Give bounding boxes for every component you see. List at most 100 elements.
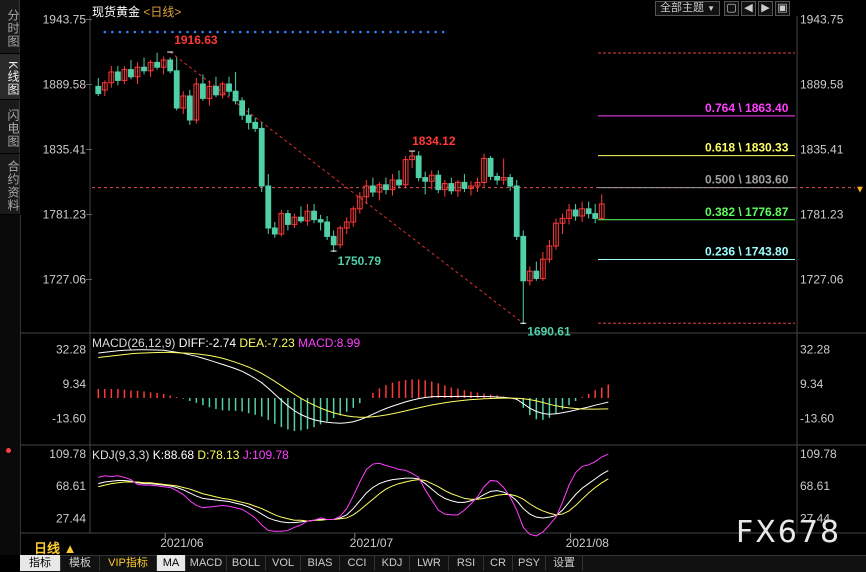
candle-body	[232, 90, 239, 102]
current-price-marker: ▼	[855, 185, 865, 196]
event-dot	[133, 30, 137, 34]
tab-settings[interactable]: 设置	[546, 555, 583, 571]
candle-body	[585, 208, 592, 215]
tab-psy[interactable]: PSY	[513, 555, 546, 571]
macd-tick-right: 32.28	[800, 343, 830, 357]
price-annotation: 1916.63	[174, 33, 218, 47]
kdj-tick-right: 109.78	[800, 447, 837, 461]
event-dot	[253, 30, 257, 34]
event-dot	[283, 30, 287, 34]
tab-vol[interactable]: VOL	[266, 555, 301, 571]
tab-lwr[interactable]: LWR	[410, 555, 449, 571]
macd-tick-left: -13.60	[52, 411, 86, 425]
kdj-tick-left: 109.78	[49, 447, 86, 461]
macd-diff-value: DIFF:-2.74	[178, 336, 237, 350]
event-dot	[231, 30, 234, 34]
candle-body	[265, 185, 272, 229]
macd-tick-left: 32.28	[56, 343, 86, 357]
macd-params: MACD(26,12,9)	[92, 336, 176, 350]
event-dot	[261, 30, 265, 34]
candle-body	[435, 174, 442, 191]
event-dot	[441, 30, 445, 34]
macd-legend: MACD(26,12,9) DIFF:-2.74 DEA:-7.23 MACD:…	[92, 336, 360, 350]
event-dot	[314, 30, 317, 34]
price-tick-left: 1727.06	[43, 273, 87, 287]
tab-indicators[interactable]: 指标	[20, 555, 61, 571]
candle-body	[239, 100, 246, 116]
kdj-k-value: K:88.68	[152, 448, 195, 462]
macd-diff-line	[98, 349, 609, 424]
price-annotation: 1690.61	[527, 324, 571, 338]
event-dot	[306, 30, 310, 34]
candle-body	[213, 85, 219, 96]
kdj-params: KDJ(9,3,3)	[92, 448, 150, 462]
candle-body	[226, 83, 232, 92]
kdj-j-value: J:109.78	[242, 448, 289, 462]
event-dot	[359, 30, 362, 34]
event-dot	[276, 30, 280, 34]
event-dot	[238, 30, 242, 34]
candle-body	[311, 210, 317, 221]
tab-templates[interactable]: 模板	[61, 555, 100, 571]
event-dot	[321, 30, 325, 34]
event-dot	[381, 30, 385, 34]
price-tick-right: 1943.75	[800, 13, 844, 27]
event-dot	[336, 30, 340, 34]
kdj-j-line	[98, 453, 609, 537]
month-label: 2021/06	[160, 536, 204, 550]
price-tick-right: 1781.23	[800, 208, 844, 222]
candle-body	[199, 83, 206, 99]
candle-body	[271, 227, 278, 235]
tab-rsi[interactable]: RSI	[449, 555, 484, 571]
fib-level-label: 0.618 \ 1830.33	[705, 141, 789, 155]
event-dot	[299, 30, 302, 34]
candle-body	[245, 114, 252, 123]
event-dot	[426, 30, 430, 34]
tab-cci[interactable]: CCI	[340, 555, 375, 571]
kdj-d-value: D:78.13	[197, 448, 240, 462]
candle-body	[330, 235, 337, 246]
price-tick-right: 1889.58	[800, 78, 844, 92]
tab-kdj[interactable]: KDJ	[375, 555, 410, 571]
candle-body	[173, 70, 180, 109]
tab-macd[interactable]: MACD	[186, 555, 227, 571]
macd-dea-value: DEA:-7.23	[239, 336, 295, 350]
event-dot	[396, 30, 400, 34]
candle-body	[422, 177, 429, 182]
tab-bias[interactable]: BIAS	[301, 555, 340, 571]
event-dot	[374, 30, 377, 34]
event-dot	[141, 30, 144, 34]
candle-body	[592, 213, 599, 219]
month-label: 2021/07	[350, 536, 394, 550]
macd-tick-left: 9.34	[63, 377, 87, 391]
event-dot	[223, 30, 227, 34]
chart-window: 分时图 K线图 闪电图 合约资料 现货黄金 <日线> 全部主题 ▼ ▢ ◀ ▶ …	[0, 0, 866, 572]
tab-vip-indicators[interactable]: VIP指标	[100, 555, 157, 571]
event-dot	[344, 30, 347, 34]
tab-cr[interactable]: CR	[484, 555, 513, 571]
candle-body	[95, 85, 102, 95]
candle-body	[507, 177, 514, 187]
event-dot	[103, 30, 107, 34]
event-dot	[268, 30, 272, 34]
watermark: FX678	[736, 515, 842, 550]
candle-body	[284, 213, 291, 225]
candle-body	[167, 59, 174, 72]
candle-body	[513, 185, 520, 237]
fib-level-label: 0.500 \ 1803.60	[705, 173, 789, 187]
event-dot	[126, 30, 129, 34]
tab-ma[interactable]: MA	[157, 555, 186, 571]
price-tick-left: 1781.23	[43, 208, 87, 222]
macd-histogram-value: MACD:8.99	[298, 336, 361, 350]
candle-body	[128, 69, 134, 78]
kdj-legend: KDJ(9,3,3) K:88.68 D:78.13 J:109.78	[92, 448, 289, 462]
kdj-tick-right: 68.61	[800, 479, 830, 493]
event-dot	[411, 30, 415, 34]
event-dot	[389, 30, 392, 34]
candle-body	[487, 157, 494, 177]
tab-boll[interactable]: BOLL	[227, 555, 266, 571]
candle-body	[154, 61, 161, 68]
event-dot	[404, 30, 407, 34]
fib-level-label: 0.382 \ 1776.87	[705, 205, 789, 219]
candle-body	[317, 219, 324, 223]
